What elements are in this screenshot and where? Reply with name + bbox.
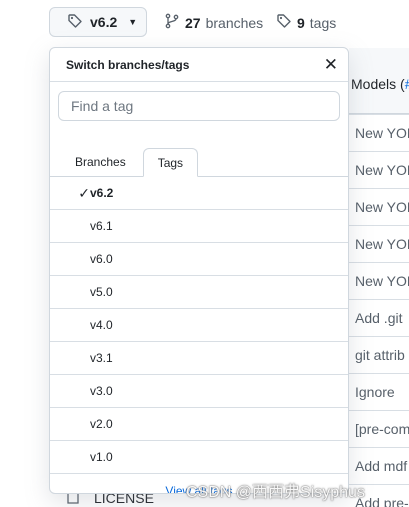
- tag-item[interactable]: v3.0: [50, 375, 348, 408]
- commit-message[interactable]: New YOL: [349, 151, 409, 188]
- commit-message[interactable]: Add .git: [349, 299, 409, 336]
- tab-tags[interactable]: Tags: [142, 148, 199, 177]
- tag-item[interactable]: v4.0: [50, 309, 348, 342]
- tag-item[interactable]: v2.0: [50, 408, 348, 441]
- ref-tabs: Branches Tags: [50, 140, 348, 177]
- tag-selector-button[interactable]: v6.2 ▼: [49, 7, 147, 37]
- tag-label: v3.1: [90, 351, 113, 365]
- find-tag-input[interactable]: [58, 91, 340, 121]
- commit-header: Models (#: [349, 48, 409, 114]
- tags-link[interactable]: 9 tags: [276, 13, 336, 32]
- tag-item[interactable]: v3.1: [50, 342, 348, 375]
- commit-message[interactable]: New YOL: [349, 262, 409, 299]
- tag-icon: [276, 13, 292, 32]
- dropdown-header: Switch branches/tags ✕: [50, 49, 348, 82]
- tag-item[interactable]: ✓ v6.2: [50, 177, 348, 210]
- tag-icon: [67, 13, 83, 32]
- branches-label: branches: [205, 14, 264, 31]
- ref-selector-dropdown: Switch branches/tags ✕ Branches Tags ✓ v…: [49, 47, 349, 494]
- current-ref-label: v6.2: [90, 14, 118, 30]
- tag-label: v3.0: [90, 384, 113, 398]
- branches-link[interactable]: 27 branches: [164, 13, 263, 32]
- tags-count: 9: [297, 14, 305, 31]
- tag-list: ✓ v6.2 v6.1 v6.0 v5.0 v4.0 v3.1 v3.0 v2.…: [50, 177, 348, 474]
- dropdown-title: Switch branches/tags: [66, 58, 190, 72]
- commit-message[interactable]: git attrib: [349, 336, 409, 373]
- tag-label: v5.0: [90, 285, 113, 299]
- tag-item[interactable]: v6.1: [50, 210, 348, 243]
- filter-wrapper: [50, 82, 348, 130]
- page: v6.2 ▼ 27 branches 9 tags Models (# New …: [0, 0, 409, 507]
- commit-message[interactable]: Ignore: [349, 373, 409, 410]
- tag-label: v2.0: [90, 417, 113, 431]
- commit-message[interactable]: New YOL: [349, 225, 409, 262]
- tag-label: v6.0: [90, 252, 113, 266]
- branches-count: 27: [185, 14, 201, 31]
- commit-message[interactable]: [pre-com: [349, 410, 409, 447]
- tag-label: v1.0: [90, 450, 113, 464]
- tag-label: v6.2: [90, 186, 114, 200]
- tab-branches[interactable]: Branches: [58, 148, 143, 176]
- tag-item[interactable]: v6.0: [50, 243, 348, 276]
- commit-message[interactable]: New YOL: [349, 114, 409, 151]
- tag-label: v6.1: [90, 219, 113, 233]
- tags-label: tags: [309, 14, 337, 31]
- branch-icon: [164, 13, 180, 32]
- tag-label: v4.0: [90, 318, 113, 332]
- tag-item[interactable]: v1.0: [50, 441, 348, 474]
- commit-message[interactable]: New YOL: [349, 188, 409, 225]
- tag-item[interactable]: v5.0: [50, 276, 348, 309]
- close-icon[interactable]: ✕: [324, 55, 338, 75]
- watermark: CSDN @西西弗Sisyphus: [186, 484, 365, 501]
- check-icon: ✓: [78, 184, 90, 201]
- chevron-down-icon: ▼: [128, 17, 138, 27]
